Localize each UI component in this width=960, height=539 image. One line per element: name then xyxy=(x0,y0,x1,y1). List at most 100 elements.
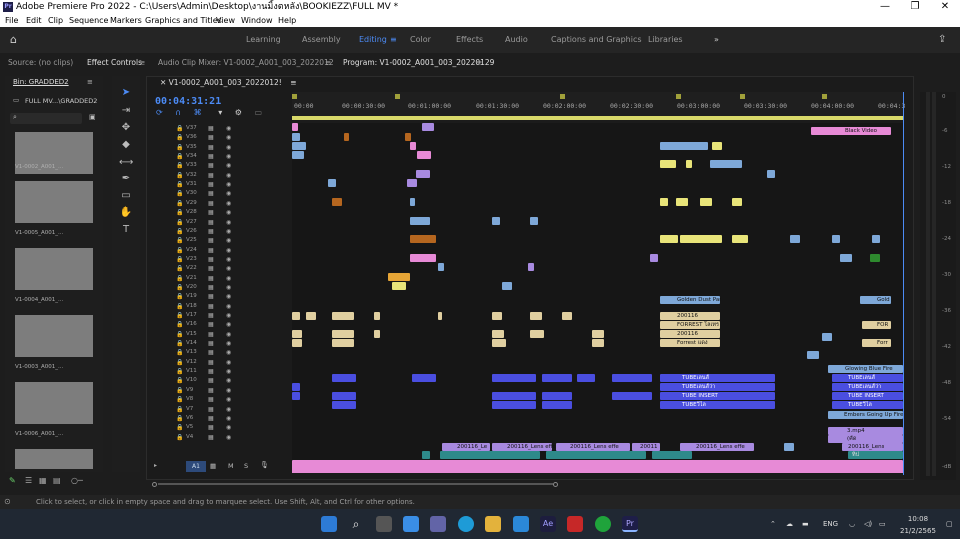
selection-tool-icon[interactable]: ➤ xyxy=(119,86,133,100)
lock-icon[interactable]: 🔒 xyxy=(176,349,183,356)
timeline-clip[interactable] xyxy=(546,451,646,459)
lock-icon[interactable]: 🔒 xyxy=(176,172,183,179)
language-indicator[interactable]: ENG xyxy=(823,509,838,539)
timeline-clip[interactable] xyxy=(530,217,538,225)
sequence-menu-icon[interactable]: ≡ xyxy=(290,78,296,87)
sync-lock-icon[interactable]: ▦ xyxy=(208,284,214,291)
marker[interactable] xyxy=(676,94,681,99)
eye-icon[interactable]: ◉ xyxy=(226,134,231,141)
timeline-clip[interactable] xyxy=(542,392,572,400)
timeline-clip[interactable] xyxy=(292,383,300,391)
bin-thumbnail[interactable] xyxy=(15,181,93,223)
timeline-clip[interactable] xyxy=(292,312,300,320)
xbox-icon[interactable] xyxy=(595,516,611,532)
scroll-handle-right[interactable] xyxy=(553,482,558,487)
eye-icon[interactable]: ◉ xyxy=(226,284,231,291)
lock-icon[interactable]: 🔒 xyxy=(176,340,183,347)
lock-icon[interactable]: 🔒 xyxy=(176,406,183,413)
audio-mixer-tab[interactable]: Audio Clip Mixer: V1-0002_A001_003_20220… xyxy=(158,55,334,71)
close-icon[interactable]: ✕ xyxy=(930,0,960,14)
eye-icon[interactable]: ◉ xyxy=(226,144,231,151)
mute-button[interactable]: M xyxy=(228,462,234,470)
bin-thumbnail[interactable] xyxy=(15,449,93,469)
timeline-clip[interactable] xyxy=(374,330,380,338)
timeline-clip[interactable] xyxy=(492,401,536,409)
add-marker-icon[interactable]: ▾ xyxy=(218,108,222,117)
workspace-captions[interactable]: Captions and Graphics xyxy=(551,27,642,53)
eye-icon[interactable]: ◉ xyxy=(226,387,231,394)
eye-icon[interactable]: ◉ xyxy=(226,219,231,226)
cloud-icon[interactable]: ☁ xyxy=(786,509,793,539)
marker[interactable] xyxy=(395,94,400,99)
hand-tool-icon[interactable]: ✋ xyxy=(119,206,133,220)
timeline-clip[interactable] xyxy=(405,133,411,141)
work-area-bar[interactable] xyxy=(292,116,903,120)
scroll-track[interactable] xyxy=(158,483,553,485)
lock-icon[interactable]: 🔒 xyxy=(176,247,183,254)
notification-icon[interactable]: ▢ xyxy=(946,509,953,539)
timeline-clip[interactable] xyxy=(790,254,802,262)
slip-tool-icon[interactable]: ⟷ xyxy=(119,156,133,170)
timeline-clip[interactable] xyxy=(292,151,304,159)
sync-lock-icon[interactable]: ▦ xyxy=(208,415,214,422)
eye-icon[interactable]: ◉ xyxy=(226,265,231,272)
timeline-clip[interactable] xyxy=(790,235,800,243)
captions-icon[interactable]: ▭ xyxy=(254,108,262,117)
eye-icon[interactable]: ◉ xyxy=(226,377,231,384)
sync-lock-icon[interactable]: ▦ xyxy=(208,144,214,151)
playhead[interactable] xyxy=(903,92,904,475)
workspace-libraries[interactable]: Libraries xyxy=(648,27,683,53)
timeline-clip[interactable] xyxy=(807,351,819,359)
menu-graphics-titles[interactable]: Graphics and Titles xyxy=(145,14,222,27)
icon-view-icon[interactable]: ▦ xyxy=(39,476,47,485)
lock-icon[interactable]: 🔒 xyxy=(176,377,183,384)
mail-icon[interactable] xyxy=(513,516,529,532)
timeline-clip[interactable] xyxy=(660,142,708,150)
sync-lock-icon[interactable]: ▦ xyxy=(208,228,214,235)
workspace-audio[interactable]: Audio xyxy=(505,27,528,53)
voiceover-mic-icon[interactable]: 🎙 xyxy=(260,461,269,469)
menu-clip[interactable]: Clip xyxy=(48,14,63,27)
type-tool-icon[interactable]: T xyxy=(119,223,133,237)
eye-icon[interactable]: ◉ xyxy=(226,162,231,169)
lock-icon[interactable]: 🔒 xyxy=(176,190,183,197)
bin-thumbnail[interactable] xyxy=(15,382,93,424)
more-workspaces-icon[interactable]: » xyxy=(714,27,719,53)
ripple-edit-tool-icon[interactable]: ✥ xyxy=(119,121,133,135)
marker[interactable] xyxy=(822,94,827,99)
solo-button[interactable]: S xyxy=(244,462,248,470)
lock-icon[interactable]: 🔒 xyxy=(176,368,183,375)
timeline-clip[interactable] xyxy=(700,198,712,206)
time-ruler[interactable]: 00:00 00:00:30:00 00:01:00:00 00:01:30:0… xyxy=(292,92,905,120)
menu-window[interactable]: Window xyxy=(241,14,273,27)
minimize-icon[interactable]: — xyxy=(870,0,900,14)
eye-icon[interactable]: ◉ xyxy=(226,153,231,160)
clock[interactable]: 10:08 21/2/2565 xyxy=(900,513,936,537)
timeline-clip[interactable] xyxy=(492,392,536,400)
timeline-clip[interactable] xyxy=(328,179,336,187)
timeline-clip[interactable] xyxy=(872,235,880,243)
lock-icon[interactable]: 🔒 xyxy=(176,359,183,366)
sync-lock-icon[interactable]: ▦ xyxy=(208,275,214,282)
lock-icon[interactable]: 🔒 xyxy=(176,424,183,431)
sync-lock-icon[interactable]: ▦ xyxy=(208,377,214,384)
timeline-clip[interactable] xyxy=(306,312,316,320)
menu-markers[interactable]: Markers xyxy=(110,14,142,27)
timeline-clip[interactable] xyxy=(592,330,604,338)
nest-icon[interactable]: ⟳ xyxy=(156,108,163,117)
freeform-view-icon[interactable]: ▤ xyxy=(53,476,61,485)
timeline-clip[interactable] xyxy=(292,330,302,338)
program-monitor-tab[interactable]: Program: V1-0002_A001_003_20220129 xyxy=(343,55,494,71)
eye-icon[interactable]: ◉ xyxy=(226,275,231,282)
timeline-clip[interactable] xyxy=(332,374,356,382)
timeline-clip[interactable] xyxy=(650,254,658,262)
sync-lock-icon[interactable]: ▦ xyxy=(208,349,214,356)
lock-icon[interactable]: 🔒 xyxy=(176,134,183,141)
timeline-clip[interactable] xyxy=(492,374,536,382)
timeline-clip[interactable] xyxy=(292,339,302,347)
sync-lock-icon[interactable]: ▦ xyxy=(208,406,214,413)
effect-controls-menu-icon[interactable]: ≡ xyxy=(139,55,145,71)
timeline-clip[interactable] xyxy=(840,254,852,262)
sync-lock-icon[interactable]: ▦ xyxy=(208,368,214,375)
timeline-clip[interactable] xyxy=(388,273,410,281)
